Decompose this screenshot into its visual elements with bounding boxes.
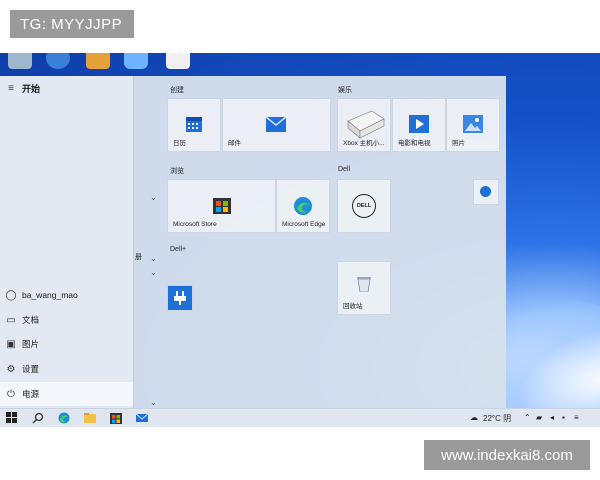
file-explorer-icon[interactable] (84, 412, 96, 424)
rail-label: 电源 (22, 389, 40, 399)
hamburger-icon[interactable]: ≡ (0, 83, 22, 94)
chevron-down-icon[interactable]: ⌄ (150, 398, 157, 407)
edge-icon[interactable] (58, 412, 70, 424)
edge-desktop-icon[interactable] (46, 53, 70, 69)
network-icon[interactable]: ▰ (536, 413, 542, 422)
start-header[interactable]: ≡ 开始 (0, 76, 133, 100)
tile-store[interactable]: Microsoft Store (168, 180, 275, 232)
rail-label: 图片 (22, 339, 40, 349)
gear-icon: ⚙ (6, 363, 16, 375)
rail-item-power[interactable]: ⏻ 电源 (0, 382, 133, 406)
rail-label: 文档 (22, 315, 40, 325)
tile-xbox[interactable]: Xbox 主机小... (338, 99, 390, 151)
alpha-group-marker: 册 (135, 254, 142, 261)
tile-movies[interactable]: 电影和电视 (393, 99, 445, 151)
language-icon[interactable]: ≡ (574, 413, 579, 422)
plug-icon (174, 291, 186, 305)
watermark-top: TG: MYYJJPP (10, 10, 134, 38)
user-name: ba_wang_mao (22, 290, 78, 300)
section-dell: Dell (338, 166, 351, 173)
tile-mail[interactable]: 邮件 (223, 99, 330, 151)
volume-icon[interactable]: ◂ (550, 413, 554, 422)
mail-icon[interactable] (136, 412, 148, 424)
rail-label: 设置 (22, 364, 40, 374)
rail-item-settings[interactable]: ⚙ 设置 (0, 357, 133, 381)
tile-dell-power[interactable] (168, 286, 192, 310)
start-title: 开始 (22, 83, 41, 94)
star-desktop-icon[interactable] (86, 53, 110, 69)
app-icon (480, 186, 491, 197)
weather-cloud-icon[interactable]: ☁ (470, 413, 478, 422)
recycle-bin-desktop-icon[interactable] (8, 53, 32, 69)
app-desktop-icon[interactable] (124, 53, 148, 69)
edge-icon (294, 197, 312, 215)
chevron-down-icon[interactable]: ⌄ (150, 193, 157, 202)
tile-label: 回收站 (343, 303, 363, 310)
mail-icon (266, 117, 286, 132)
picture-icon: ▣ (6, 338, 16, 350)
section-create: 创建 (170, 87, 184, 94)
tile-label: Microsoft Edge (282, 221, 326, 228)
xbox-console-icon (347, 110, 385, 139)
section-browse: 浏览 (170, 168, 184, 175)
tile-label: 照片 (452, 140, 465, 147)
tile-label: Xbox 主机小... (343, 140, 385, 147)
tile-label: 邮件 (228, 140, 241, 147)
tile-recycle-bin[interactable]: 回收站 (338, 262, 390, 314)
windows-start-icon[interactable] (6, 412, 18, 424)
tile-edge[interactable]: Microsoft Edge (277, 180, 329, 232)
taskbar: ☁ 22°C 阴 ⌃ ▰ ◂ ▪ ≡ (0, 408, 600, 427)
chevron-down-icon[interactable]: ⌄ (150, 254, 157, 263)
watermark-bottom: www.indexkai8.com (424, 440, 590, 470)
tile-label: Microsoft Store (173, 221, 217, 228)
rail-item-pictures[interactable]: ▣ 图片 (0, 332, 133, 356)
document-icon: ▭ (6, 314, 16, 326)
tray-icon[interactable]: ▪ (562, 413, 565, 422)
tile-calendar[interactable]: 日历 (168, 99, 220, 151)
movies-tv-icon (409, 115, 429, 133)
tile-label: 电影和电视 (398, 140, 431, 147)
section-entertain: 娱乐 (338, 87, 352, 94)
show-hidden-icons-icon[interactable]: ⌃ (524, 413, 531, 422)
recycle-bin-icon (357, 277, 371, 292)
tile-label: 日历 (173, 140, 186, 147)
start-left-rail: ≡ 开始 ◯ ba_wang_mao ▭ 文档 ▣ 图片 ⚙ 设置 ⏻ 电源 (0, 76, 134, 410)
calendar-icon (186, 117, 202, 132)
store-icon (213, 198, 231, 214)
dell-logo-icon: DELL (352, 194, 376, 218)
weather-text[interactable]: 22°C 阴 (483, 413, 511, 424)
tile-photos[interactable]: 照片 (447, 99, 499, 151)
section-dellplus: Dell+ (170, 246, 187, 253)
chevron-down-icon[interactable]: ⌄ (150, 268, 157, 277)
user-icon: ◯ (5, 289, 17, 301)
search-icon[interactable] (32, 412, 44, 424)
store-icon[interactable] (110, 412, 122, 424)
file-desktop-icon[interactable] (166, 53, 190, 69)
tile-small-app[interactable] (474, 180, 498, 204)
power-icon: ⏻ (7, 388, 15, 400)
tile-dell[interactable]: DELL (338, 180, 390, 232)
photos-icon (463, 115, 483, 133)
rail-item-documents[interactable]: ▭ 文档 (0, 308, 133, 332)
user-account[interactable]: ◯ ba_wang_mao (0, 283, 133, 307)
